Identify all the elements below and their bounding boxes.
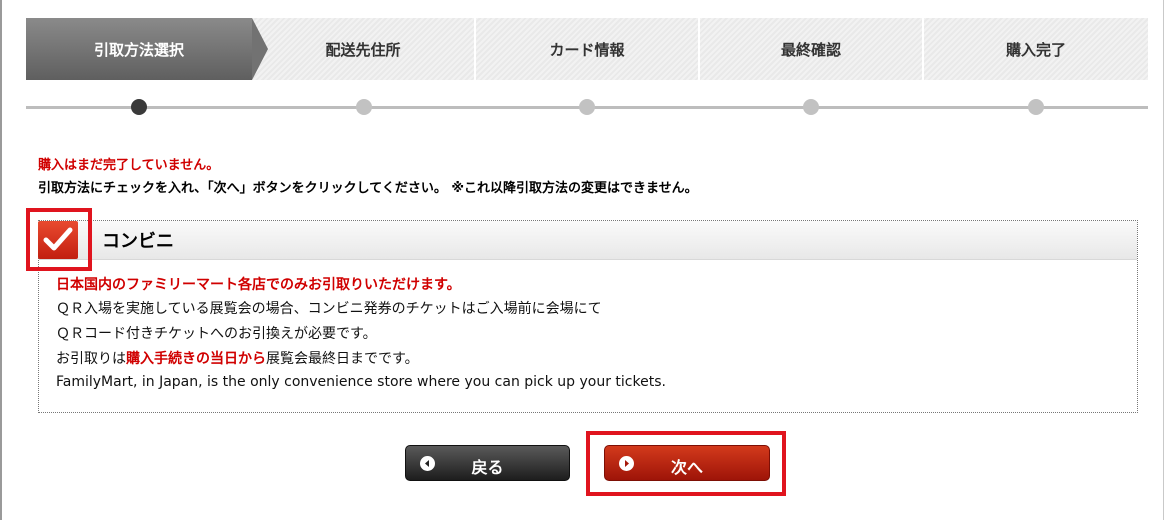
progress-dot xyxy=(1028,99,1044,115)
instruction-text: 引取方法にチェックを入れ、「次へ」ボタンをクリックしてください。 ※これ以降引取… xyxy=(38,181,698,196)
pickup-period-highlight: 購入手続きの当日から xyxy=(126,351,266,367)
next-button[interactable]: 次へ xyxy=(604,445,770,481)
checkmark-icon xyxy=(43,227,73,251)
convenience-store-checkbox[interactable] xyxy=(38,221,78,259)
option-header xyxy=(39,221,1137,260)
option-detail-line: ＱＲコード付きチケットへのお引換えが必要です。 xyxy=(56,326,377,342)
option-detail-line: ＱＲ入場を実施している展覧会の場合、コンビニ発券のチケットはご入場前に会場にて xyxy=(56,301,602,317)
step-label: 最終確認 xyxy=(780,40,841,59)
window-right-border xyxy=(1163,0,1164,520)
step-indicator: 引取方法選択 配送先住所 カード情報 最終確認 購入完了 xyxy=(26,18,1148,80)
progress-dot xyxy=(579,99,595,115)
step-pickup-method: 引取方法選択 xyxy=(26,18,268,80)
step-label: 引取方法選択 xyxy=(93,40,184,59)
next-button-label: 次へ xyxy=(670,458,703,477)
step-final-confirmation: 最終確認 xyxy=(698,18,922,80)
step-label: 配送先住所 xyxy=(325,40,401,59)
back-button-label: 戻る xyxy=(471,458,504,477)
step-label: 購入完了 xyxy=(1005,40,1066,59)
window-left-border xyxy=(0,0,2,520)
progress-dot xyxy=(803,99,819,115)
option-label: コンビニ xyxy=(102,231,174,252)
option-note-red: 日本国内のファミリーマート各店でのみお引取りいただけます。 xyxy=(56,277,461,293)
option-english-note: FamilyMart, in Japan, is the only conven… xyxy=(56,374,666,390)
progress-dot-active xyxy=(131,99,147,115)
step-label: カード情報 xyxy=(549,40,625,59)
pickup-period-suffix: 展覧会最終日までです。 xyxy=(266,351,419,367)
step-delivery-address: 配送先住所 xyxy=(252,18,474,80)
back-button[interactable]: 戻る xyxy=(405,445,570,481)
pickup-period-line: お引取りは購入手続きの当日から展覧会最終日までです。 xyxy=(56,348,419,368)
progress-dot xyxy=(356,99,372,115)
step-card-info: カード情報 xyxy=(474,18,698,80)
incomplete-warning: 購入はまだ完了していません。 xyxy=(38,158,220,173)
pickup-period-prefix: お引取りは xyxy=(56,351,126,367)
step-purchase-complete: 購入完了 xyxy=(922,18,1148,80)
